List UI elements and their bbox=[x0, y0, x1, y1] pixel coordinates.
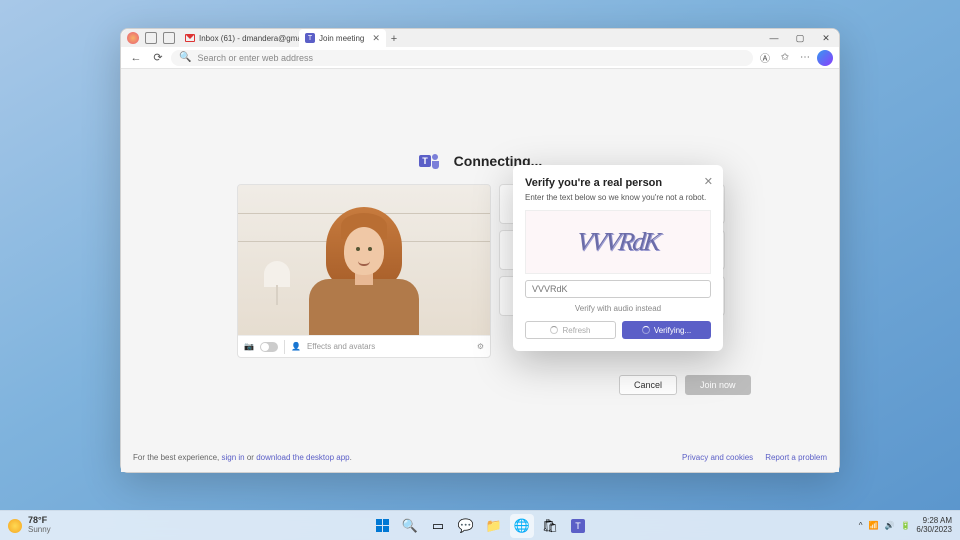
camera-icon[interactable]: 📷 bbox=[244, 342, 254, 351]
report-link[interactable]: Report a problem bbox=[765, 453, 827, 462]
settings-icon[interactable]: ⚙ bbox=[477, 342, 484, 351]
download-link[interactable]: download the desktop app bbox=[256, 453, 349, 462]
taskbar-center: 🔍 ▭ 💬 📁 🌐 🛍 T bbox=[370, 514, 590, 538]
menu-icon[interactable]: ⋯ bbox=[797, 50, 813, 66]
teams-icon: T bbox=[305, 33, 315, 43]
volume-icon[interactable]: 🔊 bbox=[884, 521, 894, 530]
explorer-app-icon[interactable]: 📁 bbox=[482, 514, 506, 538]
gmail-icon bbox=[185, 34, 195, 42]
store-app-icon[interactable]: 🛍 bbox=[538, 514, 562, 538]
search-button[interactable]: 🔍 bbox=[398, 514, 422, 538]
svg-text:T: T bbox=[422, 156, 428, 166]
dialog-title: Verify you're a real person bbox=[525, 177, 711, 189]
edge-app-icon[interactable]: 🌐 bbox=[510, 514, 534, 538]
cancel-button[interactable]: Cancel bbox=[619, 375, 677, 395]
tabstrip: Inbox (61) - dmandera@gmail.com ✕ T Join… bbox=[175, 29, 761, 47]
address-bar[interactable]: 🔍 Search or enter web address bbox=[171, 50, 753, 66]
browser-window: Inbox (61) - dmandera@gmail.com ✕ T Join… bbox=[120, 28, 840, 473]
tab-actions-icon[interactable] bbox=[163, 32, 175, 44]
toolbar: ← ⟳ 🔍 Search or enter web address Ⓐ ✩ ⋯ bbox=[121, 47, 839, 69]
copilot-icon[interactable] bbox=[817, 50, 833, 66]
audio-verify-link[interactable]: Verify with audio instead bbox=[525, 304, 711, 313]
tab-join-meeting[interactable]: T Join meeting ✕ bbox=[299, 29, 386, 47]
refresh-button[interactable]: ⟳ bbox=[149, 49, 167, 67]
effects-label[interactable]: Effects and avatars bbox=[307, 342, 375, 351]
video-controls-bar: 📷 👤 Effects and avatars ⚙ bbox=[238, 335, 490, 357]
read-aloud-icon[interactable]: Ⓐ bbox=[757, 50, 773, 66]
refresh-icon bbox=[550, 326, 558, 334]
refresh-captcha-button[interactable]: Refresh bbox=[525, 321, 616, 339]
clock-date: 6/30/2023 bbox=[916, 526, 952, 535]
captcha-dialog: ✕ Verify you're a real person Enter the … bbox=[513, 165, 723, 351]
taskbar-weather[interactable]: 78°F Sunny bbox=[8, 516, 51, 535]
join-now-button[interactable]: Join now bbox=[685, 375, 751, 395]
search-icon: 🔍 bbox=[179, 52, 191, 63]
task-view-button[interactable]: ▭ bbox=[426, 514, 450, 538]
captcha-text: VVVRdK bbox=[575, 227, 660, 257]
effects-icon[interactable]: 👤 bbox=[291, 342, 301, 351]
tab-gmail[interactable]: Inbox (61) - dmandera@gmail.com ✕ bbox=[179, 29, 299, 47]
captcha-input[interactable] bbox=[525, 280, 711, 298]
chevron-up-icon[interactable]: ^ bbox=[859, 521, 863, 530]
teams-app-icon[interactable]: T bbox=[566, 514, 590, 538]
window-controls: — ▢ ✕ bbox=[761, 29, 839, 47]
address-placeholder: Search or enter web address bbox=[197, 53, 313, 63]
start-button[interactable] bbox=[370, 514, 394, 538]
video-preview-tile: 📷 👤 Effects and avatars ⚙ bbox=[237, 184, 491, 358]
taskbar: 78°F Sunny 🔍 ▭ 💬 📁 🌐 🛍 T ^ 📶 🔊 🔋 9:28 AM… bbox=[0, 510, 960, 540]
close-dialog-icon[interactable]: ✕ bbox=[704, 175, 713, 188]
spinner-icon bbox=[642, 326, 650, 334]
maximize-button[interactable]: ▢ bbox=[787, 29, 813, 47]
teams-logo-icon: T bbox=[418, 149, 442, 173]
privacy-link[interactable]: Privacy and cookies bbox=[682, 453, 753, 462]
battery-icon[interactable]: 🔋 bbox=[900, 521, 910, 530]
captcha-image: VVVRdK bbox=[525, 210, 711, 274]
tab-label: Inbox (61) - dmandera@gmail.com bbox=[199, 34, 299, 43]
profile-icon[interactable] bbox=[127, 32, 139, 44]
join-buttons-row: Cancel Join now bbox=[619, 375, 751, 395]
page-footer: For the best experience, sign in or down… bbox=[133, 453, 827, 462]
sign-in-link[interactable]: sign in bbox=[222, 453, 245, 462]
weather-icon bbox=[8, 519, 22, 533]
wifi-icon[interactable]: 📶 bbox=[869, 521, 879, 530]
back-button[interactable]: ← bbox=[127, 49, 145, 67]
favorites-icon[interactable]: ✩ bbox=[777, 50, 793, 66]
page-content: T Connecting... 📷 👤 Effects and avatars … bbox=[121, 69, 839, 472]
workspaces-icon[interactable] bbox=[145, 32, 157, 44]
close-icon[interactable]: ✕ bbox=[372, 33, 380, 44]
tab-label: Join meeting bbox=[319, 34, 364, 43]
footer-text: For the best experience, bbox=[133, 453, 222, 462]
close-window-button[interactable]: ✕ bbox=[813, 29, 839, 47]
connecting-row: T Connecting... bbox=[121, 149, 839, 173]
titlebar: Inbox (61) - dmandera@gmail.com ✕ T Join… bbox=[121, 29, 839, 47]
taskbar-tray[interactable]: ^ 📶 🔊 🔋 9:28 AM 6/30/2023 bbox=[859, 517, 952, 535]
weather-cond: Sunny bbox=[28, 526, 51, 535]
camera-toggle[interactable] bbox=[260, 342, 278, 352]
minimize-button[interactable]: — bbox=[761, 29, 787, 47]
new-tab-button[interactable]: + bbox=[386, 31, 402, 47]
verify-button[interactable]: Verifying... bbox=[622, 321, 711, 339]
dialog-subtitle: Enter the text below so we know you're n… bbox=[525, 193, 711, 202]
video-preview bbox=[238, 185, 490, 335]
chat-app-icon[interactable]: 💬 bbox=[454, 514, 478, 538]
